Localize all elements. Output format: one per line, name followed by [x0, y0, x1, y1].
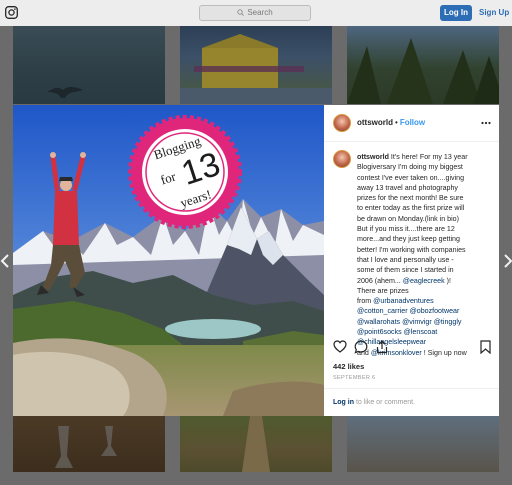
grid-photo[interactable]	[13, 416, 165, 472]
login-link[interactable]: Log in	[333, 399, 354, 406]
caption-line: @point6socks @lenscoat	[357, 327, 495, 337]
blogging-badge: Blogging for 13 years!	[128, 115, 242, 229]
likes-count[interactable]: 442 likes	[333, 362, 364, 371]
grid-photo[interactable]	[13, 26, 165, 104]
previous-arrow-icon[interactable]	[0, 254, 10, 268]
post-photo: Blogging for 13 years!	[13, 105, 324, 416]
caption-line: Blogiversary I'm doing my biggest	[357, 163, 463, 172]
grid-photo[interactable]	[180, 416, 332, 472]
mention-link[interactable]: @tinggly	[434, 318, 462, 326]
next-arrow-icon[interactable]	[503, 254, 512, 268]
caption-line: to enter today as the first prize will	[357, 204, 465, 213]
post-author: ottsworld • Follow	[357, 118, 425, 127]
post-actions	[324, 340, 499, 356]
search-input[interactable]: Search	[199, 5, 311, 21]
caption-line: But if you miss it....there are 12	[357, 225, 455, 234]
mention-link[interactable]: @lenscoat	[404, 328, 438, 336]
caption-username[interactable]: ottsworld	[357, 153, 389, 161]
mention-link[interactable]: @urbanadventures	[373, 297, 433, 305]
caption-line: There are prizes	[357, 286, 409, 295]
separator-dot: •	[395, 118, 398, 127]
mention-link[interactable]: @eaglecreek	[403, 277, 445, 285]
caption-line: 2006 (ahem... @eaglecreek )!	[357, 276, 451, 285]
follow-button[interactable]: Follow	[400, 118, 425, 127]
grid-photo[interactable]	[180, 26, 332, 104]
caption-avatar[interactable]	[333, 150, 351, 168]
grid-photo[interactable]	[347, 26, 499, 104]
post-header: ottsworld • Follow	[324, 105, 499, 142]
caption-line: @cotton_carrier @obozfootwear	[357, 306, 495, 316]
comment-icon[interactable]	[354, 340, 368, 354]
comment-bar: Log in to like or comment.	[324, 388, 499, 416]
mention-link[interactable]: @obozfootwear	[410, 307, 460, 315]
caption-line: be drawn on Monday.(link in bio)	[357, 214, 459, 223]
heart-icon[interactable]	[333, 340, 347, 353]
avatar[interactable]	[333, 114, 351, 132]
mention-link[interactable]: @cotton_carrier	[357, 307, 408, 315]
mention-link[interactable]: @vimvigr	[402, 318, 432, 326]
login-button[interactable]: Log In	[440, 5, 472, 21]
caption-line: more...and they just keep getting	[357, 235, 460, 244]
grid-photo[interactable]	[347, 416, 499, 472]
mention-link[interactable]: @point6socks	[357, 328, 402, 336]
caption-line: that I love and personally use -	[357, 255, 454, 264]
top-nav-bar: Search Log In Sign Up	[0, 0, 512, 26]
caption-line: prizes for the next month! Be sure	[357, 194, 464, 203]
caption-line: contest I've ever taken on....giving	[357, 173, 465, 182]
share-icon[interactable]	[375, 340, 389, 354]
username-link[interactable]: ottsworld	[357, 118, 393, 127]
caption-line: away 13 travel and photography	[357, 183, 458, 192]
comment-prompt: to like or comment.	[354, 399, 416, 406]
search-placeholder: Search	[247, 8, 273, 17]
bookmark-icon[interactable]	[480, 340, 491, 354]
mention-link[interactable]: @wallarohats	[357, 318, 400, 326]
post-date: SEPTEMBER 6	[333, 375, 376, 381]
search-icon	[237, 9, 245, 16]
post-caption: ottsworld It's here! For my 13 year Blog…	[357, 152, 495, 358]
caption-line: ottsworld It's here! For my 13 year	[357, 153, 468, 161]
caption-line: some of them since I started in	[357, 266, 454, 275]
caption-line: from @urbanadventures	[357, 297, 434, 306]
caption-line: @wallarohats @vimvigr @tinggly	[357, 317, 495, 327]
more-options-icon[interactable]	[481, 119, 491, 127]
post-modal: Blogging for 13 years! ottsworld • Follow …	[13, 105, 499, 416]
caption-line: better! I'm working with companies	[357, 245, 466, 254]
signup-link[interactable]: Sign Up	[479, 5, 509, 21]
post-sidebar: ottsworld • Follow ottsworld It's here! Fo…	[324, 105, 499, 416]
instagram-logo-icon[interactable]	[5, 6, 18, 19]
